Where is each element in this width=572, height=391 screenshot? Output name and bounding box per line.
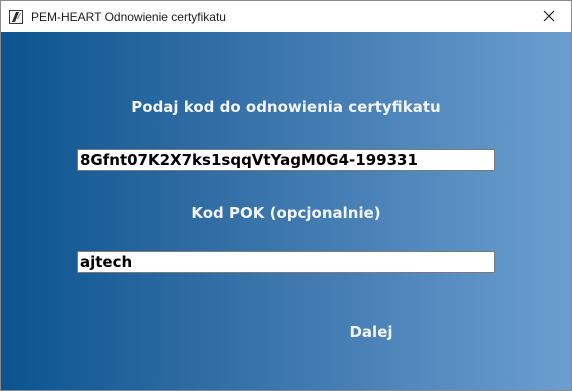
pok-code-input[interactable] [77,251,495,273]
window-title: PEM-HEART Odnowienie certyfikatu [31,10,226,24]
form-panel: Podaj kod do odnowienia certyfikatu Kod … [1,32,571,390]
title-bar[interactable]: PEM-HEART Odnowienie certyfikatu [1,1,571,32]
renewal-code-input[interactable] [77,149,495,171]
pok-code-label: Kod POK (opcjonalnie) [191,204,381,222]
close-icon [543,7,555,26]
pem-heart-app-icon [9,9,23,24]
renewal-code-label: Podaj kod do odnowienia certyfikatu [131,98,441,116]
close-button[interactable] [527,1,571,32]
renewal-window: PEM-HEART Odnowienie certyfikatu Podaj k… [0,0,572,391]
next-button[interactable]: Dalej [331,320,411,344]
